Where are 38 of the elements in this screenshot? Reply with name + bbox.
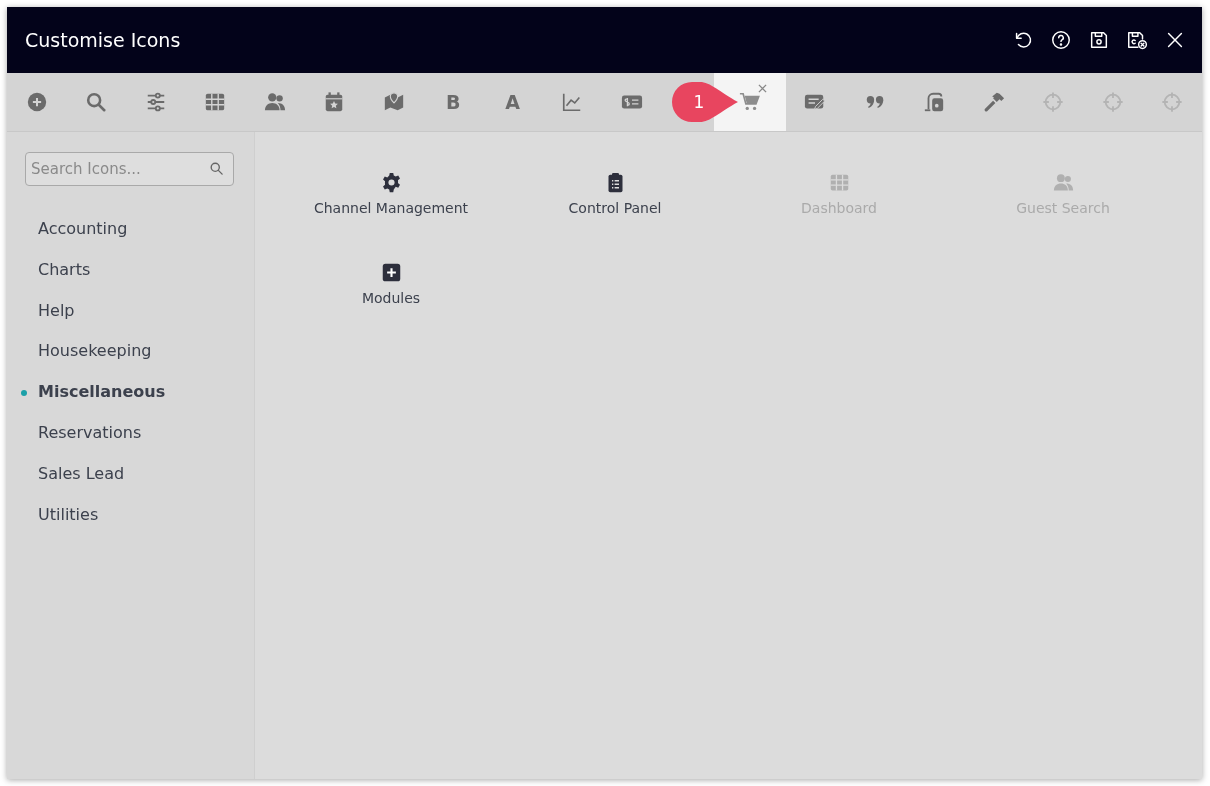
category-item[interactable]: Charts	[25, 249, 254, 291]
crosshair-icon	[1101, 91, 1124, 113]
step-number: 1	[692, 91, 706, 113]
search-icon	[209, 161, 224, 176]
toolbar-tab[interactable]: A	[505, 91, 520, 113]
category-item[interactable]: Accounting	[25, 209, 254, 250]
icon-label: Modules	[361, 290, 421, 306]
users-icon	[263, 91, 286, 113]
category-item[interactable]: Sales Lead	[25, 453, 254, 495]
search-icon	[85, 91, 108, 113]
crosshair-icon	[1161, 91, 1184, 113]
plus-square-icon[interactable]	[380, 262, 402, 283]
window-title: Customise Icons	[25, 29, 181, 51]
toolbar-tab[interactable]	[263, 91, 286, 113]
toolbar-tab[interactable]	[85, 91, 108, 113]
remove-icon[interactable]	[757, 84, 767, 93]
category-item[interactable]: Help	[25, 290, 254, 332]
toolbar-tab[interactable]	[923, 91, 946, 113]
category-item[interactable]: Utilities	[25, 494, 254, 536]
vacuum-icon	[923, 91, 946, 113]
hammer-icon	[982, 91, 1005, 113]
grid-icon	[204, 91, 227, 113]
toolbar-tab[interactable]	[739, 91, 761, 113]
icon-label: Control Panel	[568, 200, 662, 216]
toolbar-tab[interactable]	[982, 91, 1005, 113]
crosshair-icon	[1042, 91, 1065, 113]
category-item[interactable]: Reservations	[25, 413, 254, 454]
cart-icon	[739, 91, 761, 113]
search-field[interactable]: Search Icons...	[25, 152, 234, 186]
map-icon	[382, 91, 405, 113]
toolbar-tab[interactable]	[25, 91, 48, 113]
category-item[interactable]: Housekeeping	[25, 331, 254, 373]
icon-label: Channel Management	[313, 200, 469, 216]
toolbar-tab[interactable]: B	[445, 91, 461, 113]
toolbar-tab[interactable]	[204, 91, 227, 113]
toolbar-tab[interactable]	[382, 91, 405, 113]
settings-icon[interactable]	[380, 172, 402, 193]
add-icon	[25, 91, 48, 113]
